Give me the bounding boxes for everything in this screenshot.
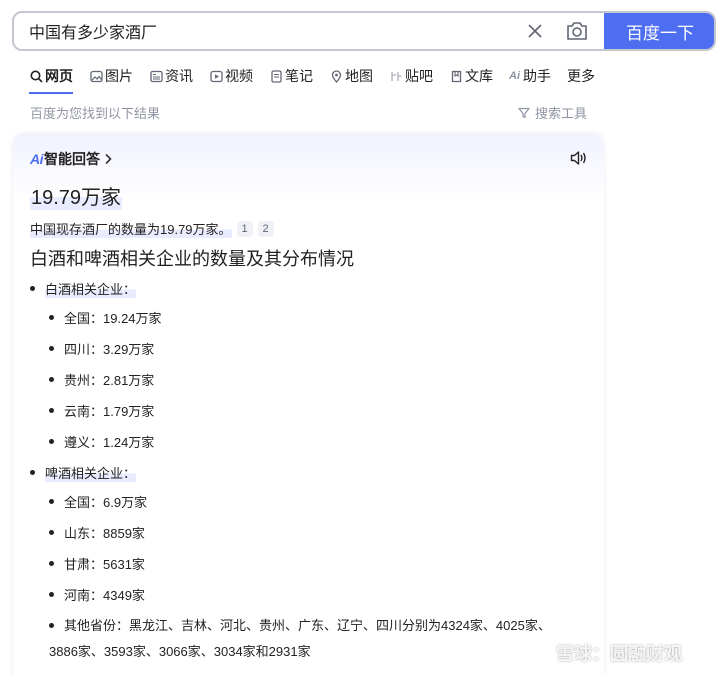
bullet: [30, 470, 35, 475]
image-icon: [89, 69, 103, 83]
list-item-text: 全国：6.9万家: [64, 495, 148, 510]
list-item: 四川：3.29万家: [49, 339, 154, 358]
tab-label: 更多: [567, 68, 595, 84]
search-tools-button[interactable]: 搜索工具: [518, 103, 587, 122]
watermark: 雪球：圆融财观: [528, 640, 682, 666]
search-icon: [29, 69, 43, 83]
tab-label: 地图: [345, 68, 373, 84]
tab-assistant[interactable]: Ai 助手: [509, 63, 551, 89]
bullet: [49, 439, 54, 444]
speaker-icon[interactable]: [570, 149, 588, 167]
list-item-text: 山东：8859家: [64, 526, 145, 541]
bullet: [30, 286, 35, 291]
bullet: [49, 623, 54, 629]
bullet: [49, 408, 54, 413]
baijiu-heading: 白酒相关企业：: [45, 279, 137, 298]
tab-tieba[interactable]: 贴吧: [389, 63, 433, 89]
section-title: 白酒和啤酒相关企业的数量及其分布情况: [30, 249, 354, 269]
news-icon: [149, 69, 163, 83]
ai-icon: Ai: [509, 70, 520, 82]
pijiu-heading: 啤酒相关企业：: [45, 463, 137, 482]
search-button[interactable]: 百度一下: [604, 13, 714, 49]
list-item-baijiu: 白酒相关企业：: [30, 279, 137, 298]
tab-notes[interactable]: 笔记: [269, 63, 313, 89]
snowball-logo-icon: [528, 641, 552, 665]
bullet: [49, 530, 54, 535]
list-item: 甘肃：5631家: [49, 554, 145, 573]
list-item-text: 云南：1.79万家: [64, 404, 155, 419]
ai-answer-header[interactable]: Ai 智能回答: [30, 149, 112, 169]
tab-label: 贴吧: [405, 68, 433, 84]
list-item: 云南：1.79万家: [49, 401, 154, 420]
citation-1[interactable]: 1: [236, 220, 253, 237]
ai-answer-title: 智能回答: [44, 151, 100, 167]
list-item-text: 贵州：2.81万家: [64, 373, 155, 388]
clear-icon[interactable]: [524, 20, 546, 42]
tab-label: 资讯: [165, 68, 193, 84]
list-item-text: 遵义：1.24万家: [64, 435, 155, 450]
big-answer: 19.79万家: [30, 181, 123, 210]
tab-web[interactable]: 网页: [29, 63, 73, 94]
tieba-icon: [389, 69, 403, 83]
tab-images[interactable]: 图片: [89, 63, 133, 89]
search-input[interactable]: [14, 13, 524, 49]
list-item-text: 其他省份：黑龙江、吉林、河北、贵州、广东、辽宁、四川分别为4324家、4025家…: [49, 618, 551, 659]
tab-library[interactable]: 文库: [449, 63, 493, 89]
bullet: [49, 561, 54, 566]
list-item: 河南：4349家: [49, 585, 145, 604]
citation-2[interactable]: 2: [257, 220, 274, 237]
list-item: 其他省份：黑龙江、吉林、河北、贵州、广东、辽宁、四川分别为4324家、4025家…: [49, 613, 569, 665]
ai-answer-card: Ai 智能回答 19.79万家 中国现存酒厂的数量为19.79万家。 1 2 白…: [13, 133, 604, 675]
tab-label: 文库: [465, 68, 493, 84]
bullet: [49, 315, 54, 320]
list-item: 遵义：1.24万家: [49, 432, 154, 451]
map-icon: [329, 69, 343, 83]
bullet: [49, 346, 54, 351]
watermark-text: 雪球：圆融财观: [556, 644, 682, 664]
bullet: [49, 377, 54, 382]
search-box[interactable]: 百度一下: [12, 11, 716, 51]
filter-icon: [518, 107, 530, 119]
tab-maps[interactable]: 地图: [329, 63, 373, 89]
ai-logo: Ai: [30, 151, 44, 167]
tab-label: 视频: [225, 68, 253, 84]
tab-label: 图片: [105, 68, 133, 84]
bullet: [49, 499, 54, 504]
result-hint: 百度为您找到以下结果: [30, 106, 161, 121]
tab-videos[interactable]: 视频: [209, 63, 253, 89]
list-item-text: 甘肃：5631家: [64, 557, 145, 572]
list-item: 全国：6.9万家: [49, 492, 147, 511]
bullet: [49, 592, 54, 597]
tab-label: 笔记: [285, 68, 313, 84]
tab-more[interactable]: 更多: [567, 63, 595, 89]
list-item-pijiu: 啤酒相关企业：: [30, 463, 137, 482]
list-item: 山东：8859家: [49, 523, 145, 542]
tab-news[interactable]: 资讯: [149, 63, 193, 89]
note-icon: [269, 69, 283, 83]
answer-summary: 中国现存酒厂的数量为19.79万家。 1 2: [30, 219, 274, 238]
camera-icon[interactable]: [564, 18, 590, 44]
list-item-text: 四川：3.29万家: [64, 342, 155, 357]
list-item-text: 全国：19.24万家: [64, 311, 162, 326]
list-item: 贵州：2.81万家: [49, 370, 154, 389]
list-item-text: 河南：4349家: [64, 588, 145, 603]
summary-text: 中国现存酒厂的数量为19.79万家。: [30, 219, 232, 238]
chevron-right-icon: [104, 153, 112, 165]
search-tools-label: 搜索工具: [535, 106, 588, 121]
video-icon: [209, 69, 223, 83]
tab-label: 助手: [523, 68, 551, 84]
search-tabs: 网页 图片 资讯 视频 笔记 地图 贴吧 文库 Ai 助手 更多: [29, 63, 611, 94]
tab-label: 网页: [45, 68, 73, 84]
list-item: 全国：19.24万家: [49, 308, 162, 327]
library-icon: [449, 69, 463, 83]
